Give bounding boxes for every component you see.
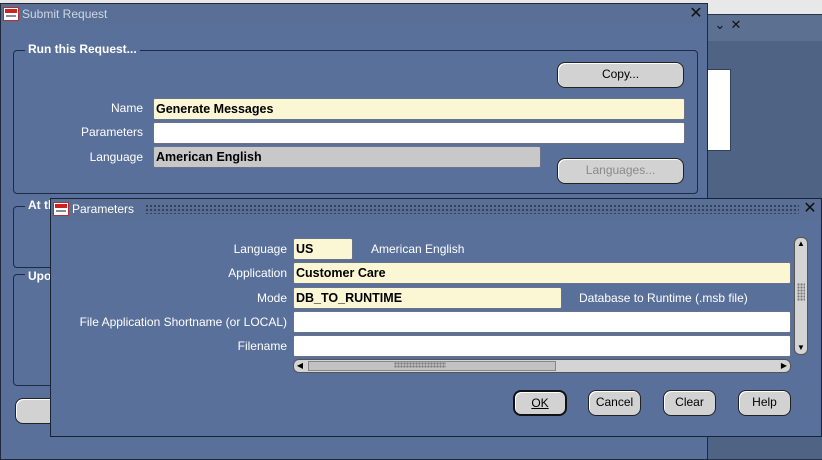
name-field[interactable]: Generate Messages <box>153 98 685 120</box>
language-field: American English <box>153 146 541 168</box>
minimize-icon[interactable]: ⌄ <box>713 18 727 32</box>
scroll-grip[interactable] <box>797 283 805 301</box>
clear-button-label: Clear <box>675 395 704 409</box>
background-panel <box>707 69 731 151</box>
parameters-dialog: Parameters ✕ Language US American Englis… <box>50 198 822 437</box>
language-label: Language <box>89 150 143 164</box>
scroll-left-icon[interactable]: ◀ <box>294 360 306 372</box>
param-language-description: American English <box>371 242 465 256</box>
scroll-right-icon[interactable]: ▶ <box>778 360 790 372</box>
submit-request-titlebar[interactable]: Submit Request ✕ <box>1 4 707 24</box>
param-filename-field[interactable] <box>293 335 791 357</box>
parameters-titlebar[interactable]: Parameters ✕ <box>51 199 821 219</box>
close-icon[interactable]: ✕ <box>802 199 818 219</box>
languages-button[interactable]: Languages... <box>557 158 684 184</box>
close-icon[interactable]: ✕ <box>688 4 704 24</box>
close-icon[interactable]: ✕ <box>729 18 743 32</box>
help-button[interactable]: Help <box>738 390 791 416</box>
vertical-scrollbar[interactable]: ▲ ▼ <box>794 237 808 355</box>
window-title: Submit Request <box>22 7 108 21</box>
run-request-group-title: Run this Request... <box>25 42 140 56</box>
param-application-label: Application <box>228 266 287 280</box>
param-shortname-field[interactable] <box>293 311 791 333</box>
param-language-label: Language <box>233 242 287 256</box>
param-mode-label: Mode <box>256 291 287 305</box>
dialog-title: Parameters <box>72 202 135 216</box>
param-mode-description: Database to Runtime (.msb file) <box>579 291 748 305</box>
help-button-label: Help <box>752 395 777 409</box>
scroll-down-icon[interactable]: ▼ <box>795 342 807 354</box>
param-filename-label: Filename <box>237 339 287 353</box>
cancel-button-label: Cancel <box>595 395 634 409</box>
param-language-field[interactable]: US <box>293 238 353 260</box>
param-application-field[interactable]: Customer Care <box>293 262 791 284</box>
copy-button[interactable]: Copy... <box>557 62 684 88</box>
clear-button[interactable]: Clear <box>663 390 716 416</box>
titlebar-grip <box>145 204 799 214</box>
ok-button[interactable]: OK <box>513 390 567 416</box>
cancel-button[interactable]: Cancel <box>588 390 641 416</box>
parameters-label: Parameters <box>80 125 143 139</box>
oracle-app-icon <box>53 202 69 216</box>
horizontal-scrollbar[interactable]: ◀ ▶ <box>293 359 791 373</box>
ok-button-label: OK <box>531 396 549 410</box>
param-mode-field[interactable]: DB_TO_RUNTIME <box>293 287 562 309</box>
name-label: Name <box>110 101 143 115</box>
param-shortname-label: File Application Shortname (or LOCAL) <box>79 315 287 329</box>
parameters-field[interactable] <box>153 122 685 144</box>
background-window-titlebar: ⌄ ✕ <box>701 15 822 41</box>
oracle-app-icon <box>3 7 19 21</box>
scroll-up-icon[interactable]: ▲ <box>795 238 807 250</box>
scroll-grip[interactable] <box>394 362 446 368</box>
